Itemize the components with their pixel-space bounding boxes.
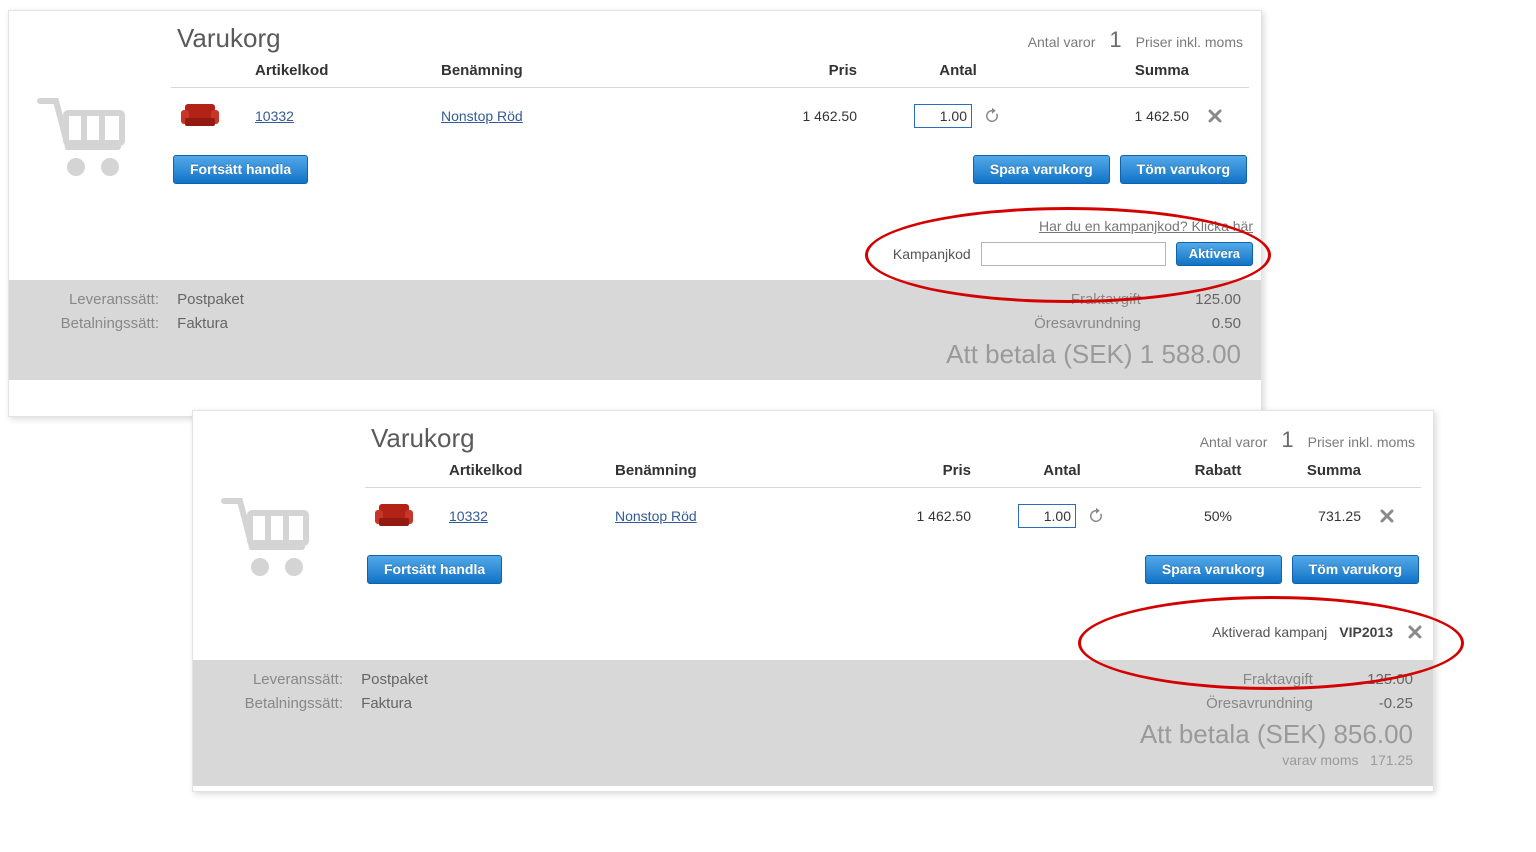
sku-link[interactable]: 10332 xyxy=(255,108,294,124)
cart-title: Varukorg xyxy=(371,423,475,454)
tax-note: Priser inkl. moms xyxy=(1308,434,1415,450)
total-value: 1 588.00 xyxy=(1140,339,1241,369)
shipping-fee-value: 125.00 xyxy=(1333,668,1413,692)
shipping-fee-label: Fraktavgift xyxy=(1071,288,1157,312)
total-label: Att betala (SEK) xyxy=(946,339,1132,369)
quantity-input[interactable] xyxy=(1018,504,1076,528)
total-value: 856.00 xyxy=(1333,719,1413,749)
cart-panel-1: Varukorg Antal varor 1 Priser inkl. moms… xyxy=(8,10,1262,417)
rounding-label: Öresavrundning xyxy=(1206,692,1329,716)
empty-cart-button[interactable]: Töm varukorg xyxy=(1120,155,1247,184)
price-cell: 1 462.50 xyxy=(709,88,865,152)
product-thumb xyxy=(179,98,221,130)
item-count-label: Antal varor xyxy=(1200,434,1268,450)
col-price: Pris xyxy=(709,56,865,88)
product-name-link[interactable]: Nonstop Röd xyxy=(615,508,697,524)
delivery-method-value: Postpaket xyxy=(361,671,428,688)
tax-note: Priser inkl. moms xyxy=(1136,34,1243,50)
col-sku: Artikelkod xyxy=(441,456,607,488)
vat-label: varav moms xyxy=(1282,752,1358,768)
product-name-link[interactable]: Nonstop Röd xyxy=(441,108,523,124)
payment-method-label: Betalningssätt: xyxy=(213,692,357,716)
refresh-icon[interactable] xyxy=(982,106,1002,126)
sku-link[interactable]: 10332 xyxy=(449,508,488,524)
col-sum: Summa xyxy=(1291,456,1369,488)
activated-campaign-label: Aktiverad kampanj xyxy=(1212,624,1327,640)
activate-campaign-button[interactable]: Aktivera xyxy=(1176,242,1253,266)
continue-shopping-button[interactable]: Fortsätt handla xyxy=(367,555,502,584)
vat-value: 171.25 xyxy=(1370,752,1413,768)
rounding-label: Öresavrundning xyxy=(1034,312,1157,336)
payment-method-value: Faktura xyxy=(177,315,228,332)
campaign-code-input[interactable] xyxy=(981,242,1166,266)
campaign-label: Kampanjkod xyxy=(893,246,971,262)
shipping-fee-value: 125.00 xyxy=(1161,288,1241,312)
col-sum: Summa xyxy=(1051,56,1197,88)
empty-cart-button[interactable]: Töm varukorg xyxy=(1292,555,1419,584)
cart-icon xyxy=(31,95,141,188)
save-cart-button[interactable]: Spara varukorg xyxy=(973,155,1110,184)
remove-row-icon[interactable] xyxy=(1377,506,1397,526)
cart-icon xyxy=(215,495,325,588)
cart-table: Artikelkod Benämning Pris Antal Rabatt S… xyxy=(365,456,1421,551)
col-thumb xyxy=(171,56,247,88)
col-sku: Artikelkod xyxy=(247,56,433,88)
cart-table: Artikelkod Benämning Pris Antal Summa xyxy=(171,56,1249,151)
shipping-fee-label: Fraktavgift xyxy=(1243,668,1329,692)
item-count: 1 xyxy=(1277,427,1297,453)
save-cart-button[interactable]: Spara varukorg xyxy=(1145,555,1282,584)
continue-shopping-button[interactable]: Fortsätt handla xyxy=(173,155,308,184)
col-name: Benämning xyxy=(433,56,709,88)
col-qty: Antal xyxy=(979,456,1145,488)
remove-campaign-icon[interactable] xyxy=(1405,622,1425,642)
cart-title: Varukorg xyxy=(177,23,281,54)
col-price: Pris xyxy=(833,456,979,488)
rounding-value: -0.25 xyxy=(1333,692,1413,716)
total-label: Att betala (SEK) xyxy=(1140,719,1326,749)
remove-row-icon[interactable] xyxy=(1205,106,1225,126)
col-qty: Antal xyxy=(865,56,1051,88)
cart-panel-2: Varukorg Antal varor 1 Priser inkl. moms… xyxy=(192,410,1434,792)
col-thumb xyxy=(365,456,441,488)
payment-method-value: Faktura xyxy=(361,695,412,712)
table-row: 10332 Nonstop Röd 1 462.50 1 462.50 xyxy=(171,88,1249,152)
item-count: 1 xyxy=(1105,27,1125,53)
delivery-method-label: Leveranssätt: xyxy=(213,668,357,692)
col-discount: Rabatt xyxy=(1145,456,1291,488)
campaign-code-link[interactable]: Har du en kampanjkod? Klicka här xyxy=(1039,218,1253,234)
delivery-method-value: Postpaket xyxy=(177,291,244,308)
payment-method-label: Betalningssätt: xyxy=(29,312,173,336)
col-name: Benämning xyxy=(607,456,833,488)
table-row: 10332 Nonstop Röd 1 462.50 50% 731.25 xyxy=(365,488,1421,552)
activated-campaign-code: VIP2013 xyxy=(1339,624,1393,640)
item-count-label: Antal varor xyxy=(1028,34,1096,50)
sum-cell: 1 462.50 xyxy=(1051,88,1197,152)
rounding-value: 0.50 xyxy=(1161,312,1241,336)
sum-cell: 731.25 xyxy=(1291,488,1369,552)
delivery-method-label: Leveranssätt: xyxy=(29,288,173,312)
refresh-icon[interactable] xyxy=(1086,506,1106,526)
product-thumb xyxy=(373,498,415,530)
quantity-input[interactable] xyxy=(914,104,972,128)
price-cell: 1 462.50 xyxy=(833,488,979,552)
discount-cell: 50% xyxy=(1145,488,1291,552)
